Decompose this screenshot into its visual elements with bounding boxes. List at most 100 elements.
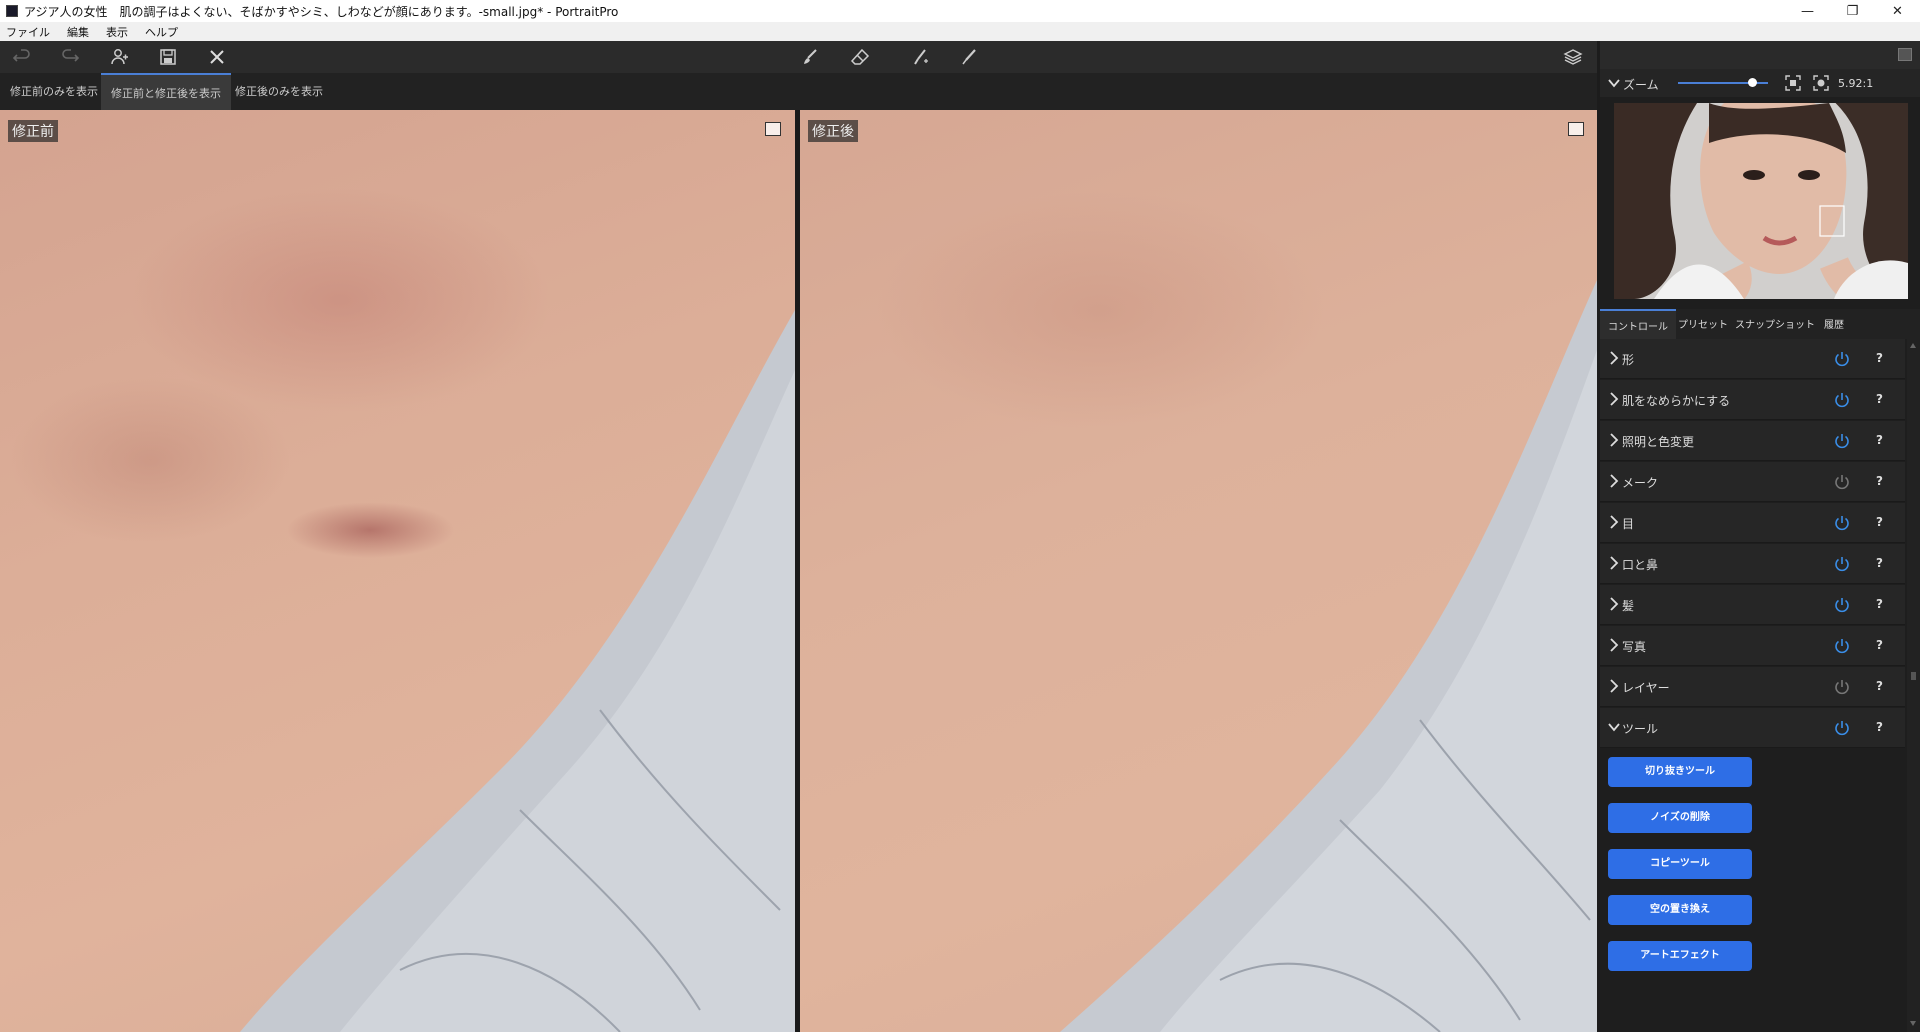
chevron-down-icon[interactable] [1608,78,1620,88]
chevron-right-icon[interactable] [1608,515,1620,529]
chevron-right-icon[interactable] [1608,433,1620,447]
chevron-right-icon[interactable] [1608,597,1620,611]
control-label: 形 [1622,353,1635,367]
power-icon[interactable] [1833,350,1851,368]
power-icon[interactable] [1833,596,1851,614]
eraser-icon[interactable] [848,46,872,68]
tool-button[interactable]: 空の置き換え [1608,895,1752,925]
fit-icon[interactable] [1785,75,1801,91]
help-icon[interactable]: ? [1876,351,1883,365]
menu-bar: ファイル 編集 表示 ヘルプ [0,22,1920,41]
view-mode-bar: 修正前のみを表示 修正前と修正後を表示 修正後のみを表示 [0,73,1597,110]
power-icon[interactable] [1833,719,1851,737]
tab-history[interactable]: 履歴 [1816,309,1852,339]
before-pane[interactable]: 修正前 [0,110,795,1032]
help-icon[interactable]: ? [1876,433,1883,447]
chevron-right-icon[interactable] [1608,679,1620,693]
chevron-right-icon[interactable] [1608,556,1620,570]
menu-file[interactable]: ファイル [6,24,50,40]
menu-edit[interactable]: 編集 [67,24,89,40]
maximize-icon[interactable]: ❐ [1830,0,1875,22]
chevron-down-icon[interactable] [1608,720,1620,734]
tab-snapshots[interactable]: スナップショット [1727,309,1823,339]
control-label: 目 [1622,517,1635,531]
power-icon[interactable] [1833,473,1851,491]
chevron-right-icon[interactable] [1608,351,1620,365]
add-person-icon[interactable] [107,46,131,68]
layers-icon[interactable] [1561,46,1585,68]
tool-button[interactable]: アートエフェクト [1608,941,1752,971]
minimize-icon[interactable]: — [1785,0,1830,22]
help-icon[interactable]: ? [1876,679,1883,693]
save-icon[interactable] [156,46,180,68]
help-icon[interactable]: ? [1876,638,1883,652]
help-icon[interactable]: ? [1876,720,1883,734]
after-pane[interactable]: 修正後 [800,110,1597,1032]
after-label: 修正後 [808,120,858,142]
help-icon[interactable]: ? [1876,556,1883,570]
tab-after-only[interactable]: 修正後のみを表示 [225,73,333,110]
scroll-down-icon[interactable] [1910,1021,1916,1026]
control-row[interactable]: 照明と色変更? [1600,421,1905,461]
power-icon[interactable] [1833,555,1851,573]
face-fit-icon[interactable] [1813,75,1829,91]
control-row[interactable]: 形? [1600,339,1905,379]
control-label: 写真 [1622,640,1647,654]
control-row[interactable]: 口と鼻? [1600,544,1905,584]
control-label: 肌をなめらかにする [1622,394,1731,408]
scroll-thumb[interactable] [1911,672,1916,680]
menu-help[interactable]: ヘルプ [145,24,178,40]
control-row[interactable]: メーク? [1600,462,1905,502]
navigator-thumbnail[interactable] [1614,103,1908,299]
tool-button[interactable]: コピーツール [1608,849,1752,879]
zoom-row: ズーム 5.92:1 [1600,69,1920,97]
brush-icon[interactable] [798,46,822,68]
power-icon[interactable] [1833,432,1851,450]
after-clothing [800,110,1597,1032]
zoom-label: ズーム [1623,78,1659,92]
menu-view[interactable]: 表示 [106,24,128,40]
tab-controls[interactable]: コントロール [1600,309,1676,339]
power-icon[interactable] [1833,678,1851,696]
control-row[interactable]: 目? [1600,503,1905,543]
control-row[interactable]: 肌をなめらかにする? [1600,380,1905,420]
power-icon[interactable] [1833,514,1851,532]
control-row[interactable]: 写真? [1600,626,1905,666]
control-row[interactable]: 髪? [1600,585,1905,625]
zoom-slider-thumb[interactable] [1747,78,1757,87]
title-bar: アジア人の女性 肌の調子はよくない、そばかすやシミ、しわなどが顔にあります。-s… [0,0,1920,22]
expand-pane-icon[interactable] [1568,122,1584,136]
help-icon[interactable]: ? [1876,474,1883,488]
close-image-icon[interactable] [205,46,229,68]
scrollbar[interactable] [1907,339,1920,1032]
control-row[interactable]: レイヤー? [1600,667,1905,707]
power-icon[interactable] [1833,391,1851,409]
tool-button[interactable]: 切り抜きツール [1608,757,1752,787]
tool-button[interactable]: ノイズの削除 [1608,803,1752,833]
control-label: メーク [1622,476,1659,490]
before-clothing [0,110,795,1032]
tab-before-only[interactable]: 修正前のみを表示 [0,73,108,110]
control-row[interactable]: ツール? [1600,708,1905,748]
app-icon [6,5,18,17]
control-label: 髪 [1622,599,1635,613]
redo-icon[interactable] [58,46,82,68]
undock-icon[interactable] [1898,48,1912,61]
expand-pane-icon[interactable] [765,122,781,136]
help-icon[interactable]: ? [1876,515,1883,529]
right-panel: ズーム 5.92:1 コントロール プリセット スナップショット 履歴 形? 肌を… [1600,41,1920,1032]
zoom-value[interactable]: 5.92:1 [1838,77,1873,90]
close-window-icon[interactable]: ✕ [1875,0,1920,22]
undo-icon[interactable] [10,46,34,68]
scroll-up-icon[interactable] [1910,343,1916,348]
help-icon[interactable]: ? [1876,597,1883,611]
restore-brush-icon[interactable] [908,46,932,68]
chevron-right-icon[interactable] [1608,638,1620,652]
pen-icon[interactable] [957,46,981,68]
control-label: 口と鼻 [1622,558,1659,572]
tab-before-and-after[interactable]: 修正前と修正後を表示 [101,73,231,110]
chevron-right-icon[interactable] [1608,392,1620,406]
help-icon[interactable]: ? [1876,392,1883,406]
chevron-right-icon[interactable] [1608,474,1620,488]
power-icon[interactable] [1833,637,1851,655]
